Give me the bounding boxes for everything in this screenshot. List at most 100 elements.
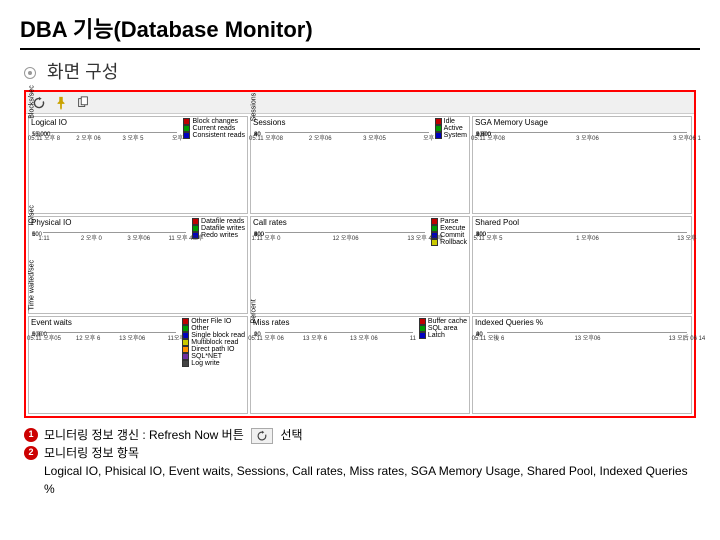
legend-item: Other bbox=[182, 325, 245, 332]
legend-label: Active bbox=[444, 125, 463, 132]
panel-title: Logical IO bbox=[29, 117, 181, 128]
panel-title: Shared Pool bbox=[473, 217, 691, 228]
legend-item: Other File IO bbox=[182, 318, 245, 325]
y-axis-label: IO/sec bbox=[29, 205, 36, 225]
x-tick: 11 오후 4오후 bbox=[169, 233, 204, 242]
footnote-1-pre: 모니터링 정보 갱신 : Refresh Now 버튼 bbox=[44, 428, 244, 442]
x-tick: 2 오후 0 bbox=[81, 233, 102, 242]
x-tick: 11오후 bbox=[168, 333, 185, 342]
copy-icon[interactable] bbox=[76, 96, 90, 110]
x-tick: 05:11 오後 6 bbox=[472, 333, 505, 342]
legend-item: Single block read bbox=[182, 332, 245, 339]
panel-title: SGA Memory Usage bbox=[473, 117, 691, 128]
x-tick: 13 오后 06 14 bbox=[669, 333, 706, 342]
y-axis-label: Time waited/sec bbox=[29, 260, 36, 310]
legend-item: Direct path IO bbox=[182, 346, 245, 353]
x-tick: 11 bbox=[410, 336, 416, 342]
legend-swatch bbox=[431, 225, 438, 232]
legend-item: Multiblock read bbox=[182, 339, 245, 346]
plot: 60402005:11 오後 613 오후0613 오后 06 14 bbox=[487, 332, 687, 333]
legend-label: Other bbox=[191, 325, 209, 332]
legend-swatch bbox=[182, 360, 189, 367]
chart-panel: Shared Pool5004003002001005:11 오후 51 오후0… bbox=[472, 216, 692, 314]
legend-swatch bbox=[419, 325, 426, 332]
legend-label: Consistent reads bbox=[192, 132, 245, 139]
legend-label: Idle bbox=[444, 118, 455, 125]
legend-swatch bbox=[192, 225, 199, 232]
x-tick: 오후 bbox=[172, 133, 183, 142]
legend-swatch bbox=[183, 125, 190, 132]
legend-label: System bbox=[444, 132, 467, 139]
chart-panel: Physical IOIO/sec1005001:112 오후 03 오후061… bbox=[28, 216, 248, 314]
legend-label: Datafile writes bbox=[201, 225, 245, 232]
panel-title: Miss rates bbox=[251, 317, 417, 328]
legend-swatch bbox=[435, 118, 442, 125]
chart-panel: Indexed Queries % 60402005:11 오後 613 오후06… bbox=[472, 316, 692, 414]
legend-item: Datafile writes bbox=[192, 225, 245, 232]
chart-grid: Logical IO Blocks/sec15,00010,0005,00005:… bbox=[26, 114, 694, 416]
x-tick: 12 오후 6 bbox=[76, 333, 100, 342]
panel-title: Event waits bbox=[29, 317, 180, 328]
legend-label: Buffer cache bbox=[428, 318, 467, 325]
x-tick: 13 오후 bbox=[677, 233, 696, 242]
legend-item: Execute bbox=[431, 225, 467, 232]
chart-panel: SessionsSessions8060402005:11 오후082 오후06… bbox=[250, 116, 470, 214]
legend-item: Latch bbox=[419, 332, 467, 339]
x-tick: 05:11 오후08 bbox=[249, 133, 283, 142]
x-tick: 13 오후06 bbox=[574, 333, 600, 342]
legend-item: Consistent reads bbox=[183, 132, 245, 139]
legend-label: Datafile reads bbox=[201, 218, 244, 225]
pin-icon[interactable] bbox=[54, 96, 68, 110]
footnote-1-post: 선택 bbox=[280, 428, 302, 442]
y-axis-label: Percent bbox=[251, 299, 258, 323]
x-tick: 2 오후 06 bbox=[76, 133, 100, 142]
legend-item: Active bbox=[435, 125, 467, 132]
x-tick: 13 오후 6 bbox=[303, 333, 327, 342]
chart-panel: SGA Memory Usage3,0002,5002,0001,5001,00… bbox=[472, 116, 692, 214]
legend-label: Parse bbox=[440, 218, 458, 225]
plot: Sessions8060402005:11 오후082 오후063 오후05오후 bbox=[265, 132, 429, 133]
x-tick: 13 오후 06 bbox=[350, 333, 378, 342]
legend-label: Other File IO bbox=[191, 318, 231, 325]
badge-1: 1 bbox=[24, 428, 38, 442]
legend-item: System bbox=[435, 132, 467, 139]
legend: Block changesCurrent readsConsistent rea… bbox=[181, 117, 247, 145]
legend-swatch bbox=[435, 125, 442, 132]
legend-item: Current reads bbox=[183, 125, 245, 132]
legend: Buffer cacheSQL areaLatch bbox=[417, 317, 469, 345]
plot: 50040030020010001:11 오후 012 오후0613 오후 4오… bbox=[265, 232, 425, 233]
plot: Blocks/sec15,00010,0005,00005:11 오후 82 오… bbox=[43, 132, 177, 133]
chart-panel: Call rates 50040030020010001:11 오후 012 오후… bbox=[250, 216, 470, 314]
x-tick: 1:11 bbox=[38, 236, 49, 242]
legend-label: SQL area bbox=[428, 325, 458, 332]
x-tick: 05:11 오후08 bbox=[471, 133, 505, 142]
x-tick: 오후 bbox=[423, 133, 434, 142]
legend-label: Block changes bbox=[192, 118, 238, 125]
x-tick: 05:11 오후 8 bbox=[28, 133, 60, 142]
legend-label: Commit bbox=[440, 232, 464, 239]
legend: ParseExecuteCommitRollback bbox=[429, 217, 469, 247]
panel-title: Call rates bbox=[251, 217, 429, 228]
section-header: 화면 구성 bbox=[24, 58, 700, 84]
x-tick: 3 오후06 bbox=[576, 133, 599, 142]
legend-swatch bbox=[182, 318, 189, 325]
legend-item: Block changes bbox=[183, 118, 245, 125]
bullet-icon bbox=[24, 67, 36, 79]
legend-label: Current reads bbox=[192, 125, 235, 132]
panel-title: Indexed Queries % bbox=[473, 317, 691, 328]
x-tick: 5:11 오후 5 bbox=[474, 233, 503, 242]
legend-label: Execute bbox=[440, 225, 465, 232]
x-tick: 3 오후05 bbox=[363, 133, 386, 142]
legend-swatch bbox=[431, 218, 438, 225]
legend-label: Single block read bbox=[191, 332, 245, 339]
x-tick: 2 오후06 bbox=[309, 133, 332, 142]
x-tick: 1 오후06 bbox=[576, 233, 599, 242]
legend-label: SQL*NET bbox=[191, 353, 222, 360]
legend-item: Idle bbox=[435, 118, 467, 125]
y-tick: 0 bbox=[32, 232, 35, 238]
x-tick: 3 오후06 1 bbox=[673, 133, 701, 142]
legend-label: Log write bbox=[191, 360, 219, 367]
legend-swatch bbox=[183, 132, 190, 139]
plot: IO/sec1005001:112 오후 03 오후0611 오후 4오후 bbox=[43, 232, 186, 233]
legend-label: Direct path IO bbox=[191, 346, 234, 353]
